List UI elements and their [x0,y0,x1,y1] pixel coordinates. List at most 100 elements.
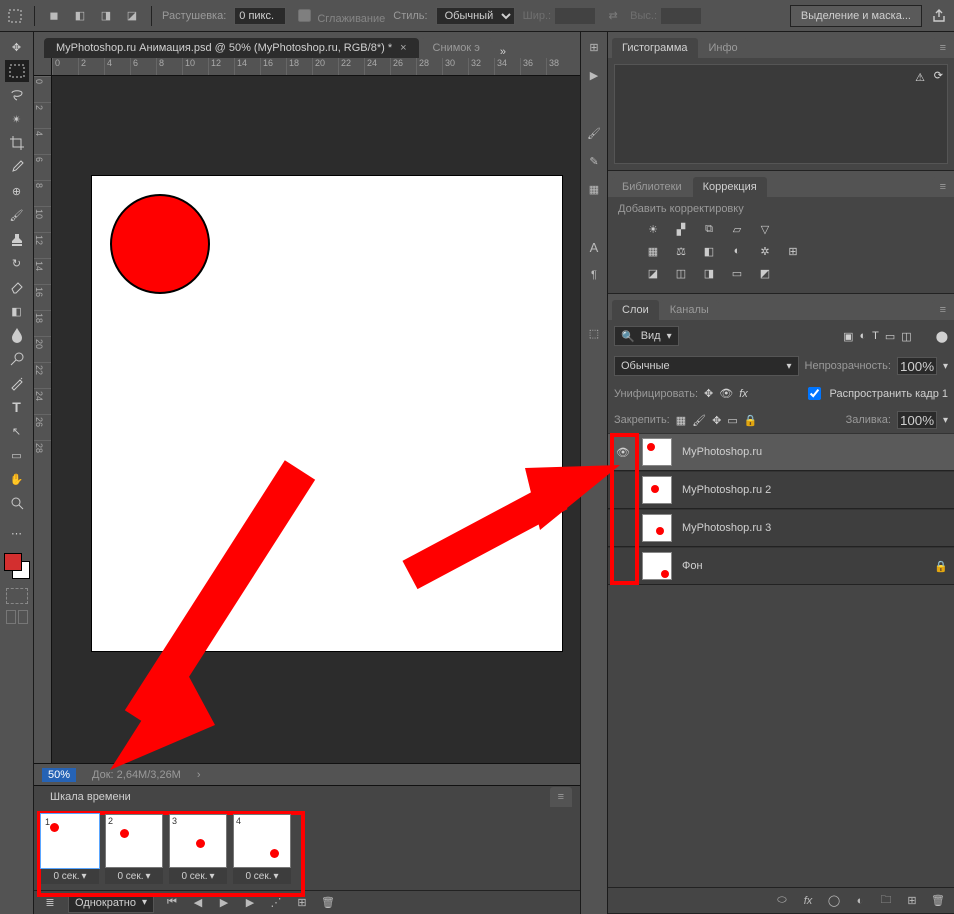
curves-icon[interactable]: ⧉ [700,221,718,237]
brightness-icon[interactable]: ☀ [644,221,662,237]
ruler-vertical[interactable]: 0246810121416182022242628 [34,76,52,763]
tween-icon[interactable]: ⋰ [268,895,284,911]
posterize-icon[interactable]: ◫ [672,265,690,281]
filter-adjust-icon[interactable]: ◐ [859,330,866,342]
first-frame-icon[interactable]: ⏮ [164,895,180,911]
artboard[interactable] [92,176,562,651]
gradient-map-icon[interactable]: ▭ [728,265,746,281]
vibrance-icon[interactable]: ▽ [756,221,774,237]
gradient-tool-icon[interactable]: ◧ [5,300,29,322]
filter-shape-icon[interactable]: ▭ [885,330,895,343]
exposure-icon[interactable]: ▱ [728,221,746,237]
filter-image-icon[interactable]: ▣ [843,330,853,343]
eraser-tool-icon[interactable] [5,276,29,298]
ruler-horizontal[interactable]: 02468101214161820222426283032343638 [52,58,580,76]
filter-toggle-icon[interactable]: ⬤ [936,330,948,343]
play-icon[interactable]: ▶ [216,895,232,911]
layer-thumbnail[interactable] [642,514,672,542]
tabs-overflow-icon[interactable]: » [500,46,506,58]
unify-style-icon[interactable]: fx [739,388,748,400]
lock-artboard-icon[interactable]: ▭ [727,414,737,427]
zoom-tool-icon[interactable] [5,492,29,514]
select-and-mask-button[interactable]: Выделение и маска... [790,5,922,27]
lookup-icon[interactable]: ⊞ [784,243,802,259]
new-frame-icon[interactable]: ⊞ [294,895,310,911]
mask-icon[interactable]: ◯ [826,893,842,909]
dock-brush-settings-icon[interactable]: ✎ [585,152,603,170]
timeline-frame[interactable]: 20 сек. ▾ [104,814,164,884]
link-layers-icon[interactable]: ⬭ [774,893,790,909]
unify-position-icon[interactable]: ✥ [704,387,713,400]
dock-3d-icon[interactable]: ⬚ [585,324,603,342]
panel-menu-icon[interactable]: ≡ [932,38,954,58]
dock-brush-icon[interactable]: 🖌 [585,124,603,142]
prev-frame-icon[interactable]: ◀ [190,895,206,911]
unify-visibility-icon[interactable]: 👁 [719,387,733,400]
selection-intersect-icon[interactable]: ◪ [123,7,141,25]
layer-item[interactable]: MyPhotoshop.ru 2 [608,471,954,509]
timeline-tab[interactable]: Шкала времени [42,788,139,806]
magic-wand-tool-icon[interactable]: ✴ [5,108,29,130]
eyedropper-tool-icon[interactable] [5,156,29,178]
channel-mixer-icon[interactable]: ✲ [756,243,774,259]
timeline-frame[interactable]: 40 сек. ▾ [232,814,292,884]
chevron-right-icon[interactable]: › [197,769,201,781]
threshold-icon[interactable]: ◨ [700,265,718,281]
layer-item[interactable]: 👁MyPhotoshop.ru [608,433,954,471]
hue-icon[interactable]: ▦ [644,243,662,259]
stamp-tool-icon[interactable] [5,228,29,250]
propagate-checkbox[interactable] [808,387,821,400]
layer-thumbnail[interactable] [642,438,672,466]
info-tab[interactable]: Инфо [699,38,748,58]
layer-thumbnail[interactable] [642,552,672,580]
adjustments-tab[interactable]: Коррекция [693,177,767,197]
color-swatches[interactable] [3,552,31,580]
frame-delay[interactable]: 0 сек. ▾ [105,868,163,884]
dock-properties-icon[interactable]: ⊞ [585,38,603,56]
channels-tab[interactable]: Каналы [660,300,719,320]
brush-tool-icon[interactable]: 🖌 [5,204,29,226]
selection-new-icon[interactable]: ◼ [45,7,63,25]
blur-tool-icon[interactable] [5,324,29,346]
visibility-toggle[interactable]: 👁 [614,446,632,459]
path-select-tool-icon[interactable]: ↖ [5,420,29,442]
timeline-frame[interactable]: 30 сек. ▾ [168,814,228,884]
marquee-tool-icon[interactable] [6,7,24,25]
fill-input[interactable] [897,411,937,429]
balance-icon[interactable]: ⚖ [672,243,690,259]
style-select[interactable]: Обычный [436,7,515,25]
panel-menu-icon[interactable]: ≡ [932,177,954,197]
next-frame-icon[interactable]: ▶ [242,895,258,911]
timeline-menu-icon[interactable]: ≣ [42,895,58,911]
dock-para-icon[interactable]: ¶ [585,266,603,284]
quick-mask-icon[interactable] [6,588,28,604]
lock-pixels-icon[interactable]: ▦ [676,414,686,427]
invert-icon[interactable]: ◪ [644,265,662,281]
lock-position-icon[interactable]: ✥ [712,414,721,427]
panel-menu-icon[interactable]: ≡ [932,300,954,320]
filter-smart-icon[interactable]: ◫ [901,330,911,343]
group-icon[interactable]: 🗀 [878,893,894,909]
selective-icon[interactable]: ◩ [756,265,774,281]
fx-icon[interactable]: fx [800,893,816,909]
refresh-icon[interactable]: ⟳ [934,69,943,82]
document-tab-active[interactable]: MyPhotoshop.ru Анимация.psd @ 50% (MyPho… [44,38,419,58]
lock-paint-icon[interactable]: 🖌 [692,414,706,427]
panel-menu-icon[interactable]: ≡ [550,787,572,807]
layer-thumbnail[interactable] [642,476,672,504]
shape-tool-icon[interactable]: ▭ [5,444,29,466]
new-layer-icon[interactable]: ⊞ [904,893,920,909]
adjustment-layer-icon[interactable]: ◐ [852,893,868,909]
dock-swatches-icon[interactable]: ▦ [585,180,603,198]
layer-item[interactable]: MyPhotoshop.ru 3 [608,509,954,547]
libraries-tab[interactable]: Библиотеки [612,177,692,197]
crop-tool-icon[interactable] [5,132,29,154]
loop-select[interactable]: Однократно ▾ [68,893,154,913]
marquee-tool[interactable] [5,60,29,82]
filter-type-icon[interactable]: T [872,330,879,342]
foreground-swatch[interactable] [4,553,22,571]
frame-delay[interactable]: 0 сек. ▾ [169,868,227,884]
pen-tool-icon[interactable] [5,372,29,394]
delete-layer-icon[interactable]: 🗑 [930,893,946,909]
screen-mode-icon[interactable] [6,610,28,624]
